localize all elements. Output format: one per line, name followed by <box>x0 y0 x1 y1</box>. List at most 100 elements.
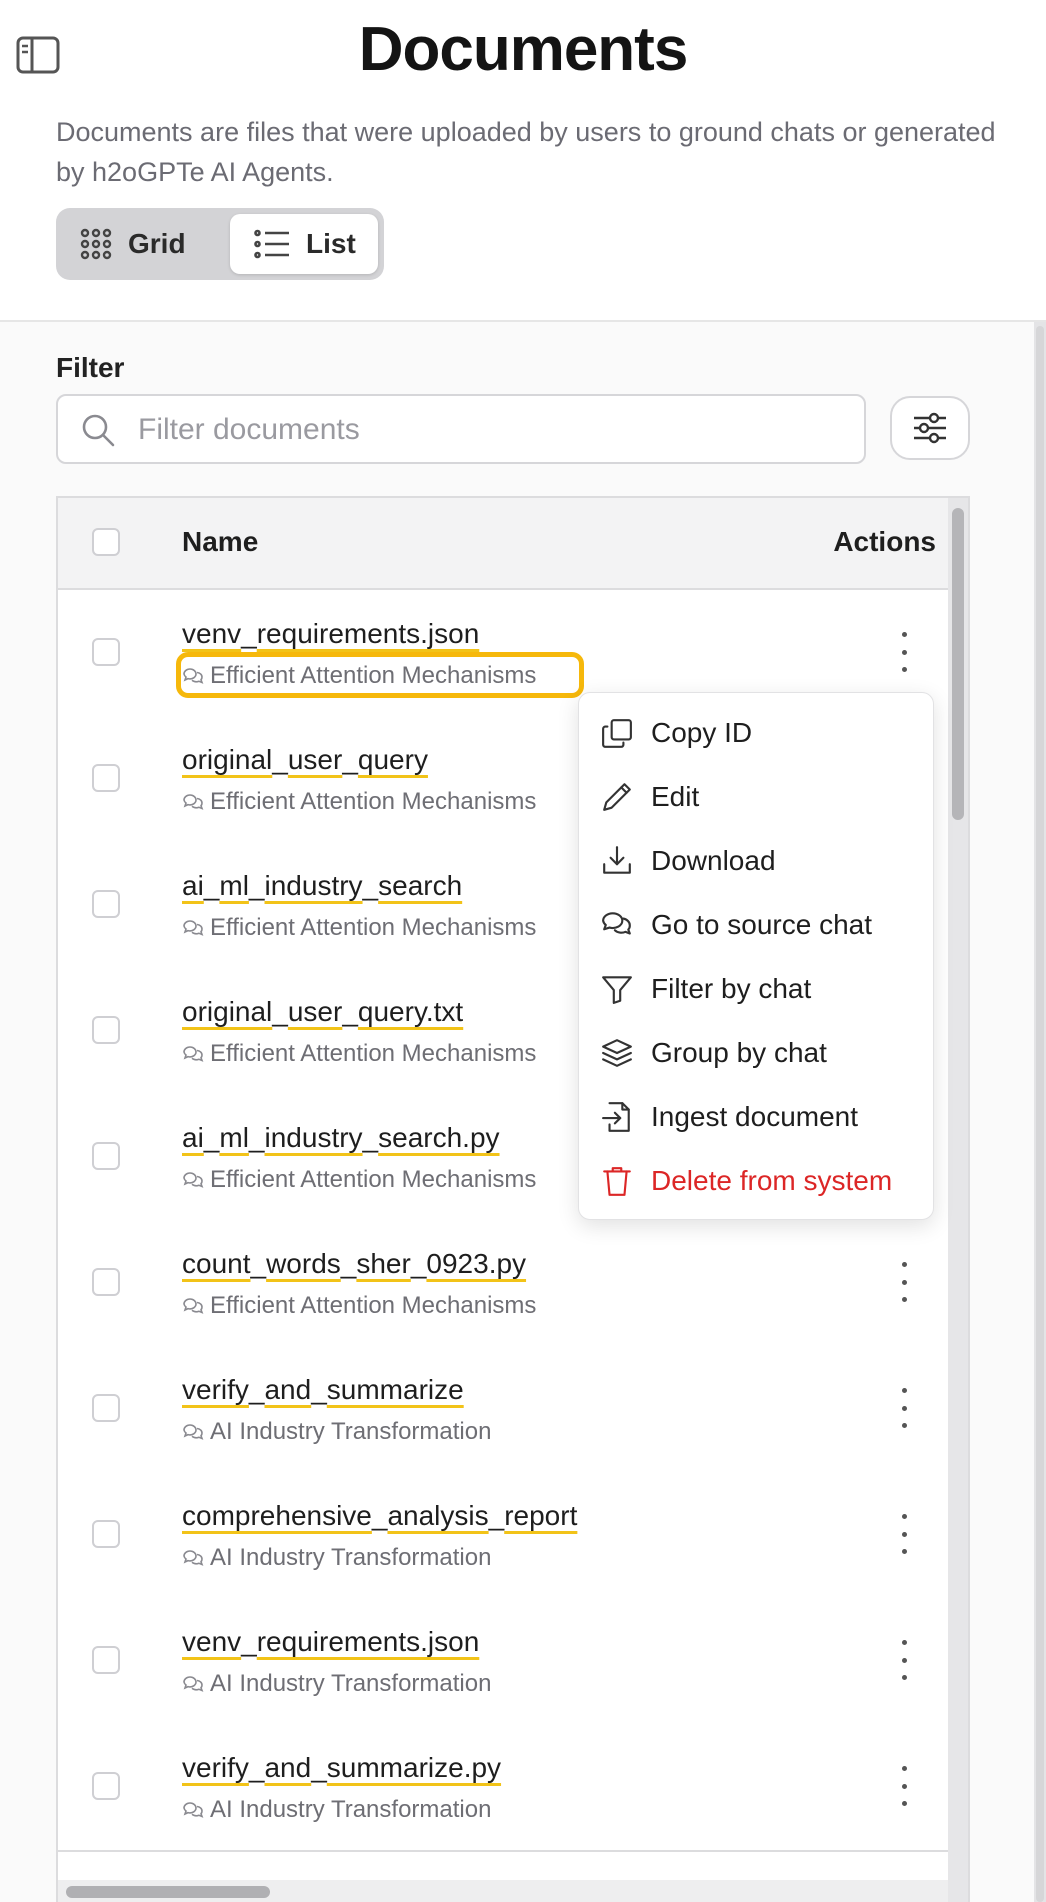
document-name[interactable]: ai_ml_industry_search.py <box>182 1122 500 1154</box>
menu-item-group-by-chat[interactable]: Group by chat <box>579 1023 933 1083</box>
table-header: Name Actions <box>58 498 948 590</box>
chat-bubbles-icon <box>602 912 631 935</box>
menu-item-label: Edit <box>651 781 700 812</box>
view-toggle: Grid List <box>56 208 384 280</box>
menu-item-go-to-source-chat[interactable]: Go to source chat <box>579 895 933 955</box>
download-icon <box>603 846 631 874</box>
chat-bubbles-icon <box>183 1172 204 1188</box>
row-checkbox[interactable] <box>92 1268 120 1296</box>
row-checkbox[interactable] <box>92 1016 120 1044</box>
source-chat: Efficient Attention Mechanisms <box>182 1166 536 1194</box>
menu-item-download[interactable]: Download <box>579 831 933 891</box>
chat-bubbles-icon <box>183 920 204 936</box>
row-checkbox[interactable] <box>92 1520 120 1548</box>
menu-item-label: Copy ID <box>651 717 753 748</box>
chat-bubbles-icon <box>183 1298 204 1314</box>
row-actions-menu: Copy ID Edit Download Go to source chat Filt… <box>578 692 934 1220</box>
list-view-label: List <box>306 228 356 259</box>
row-checkbox[interactable] <box>92 1646 120 1674</box>
table-row[interactable]: count_words_sher_0923.py Efficient Attent… <box>58 1220 948 1348</box>
select-all-checkbox[interactable] <box>92 528 120 556</box>
source-chat-label: AI Industry Transformation <box>210 1418 492 1445</box>
menu-item-label: Filter by chat <box>651 973 812 1004</box>
more-actions-icon[interactable] <box>892 632 916 672</box>
menu-item-edit[interactable]: Edit <box>579 767 933 827</box>
page-scrollbar[interactable] <box>1034 322 1046 1902</box>
pencil-icon <box>603 783 631 811</box>
source-chat-label: Efficient Attention Mechanisms <box>210 1292 537 1319</box>
trash-icon <box>603 1167 631 1196</box>
source-chat-label: Efficient Attention Mechanisms <box>210 1166 537 1193</box>
ingest-icon <box>602 1102 630 1132</box>
document-name[interactable]: ai_ml_industry_search <box>182 870 462 902</box>
more-actions-icon[interactable] <box>892 1766 916 1806</box>
list-view-button[interactable]: List <box>230 214 378 274</box>
row-checkbox[interactable] <box>92 638 120 666</box>
source-chat: AI Industry Transformation <box>182 1544 491 1572</box>
document-name[interactable]: verify_and_summarize <box>182 1374 464 1406</box>
row-checkbox[interactable] <box>92 1772 120 1800</box>
more-actions-icon[interactable] <box>892 1640 916 1680</box>
page-title: Documents <box>358 15 689 84</box>
highlight-box <box>176 652 584 698</box>
menu-item-filter-by-chat[interactable]: Filter by chat <box>579 959 933 1019</box>
source-chat-label: Efficient Attention Mechanisms <box>210 914 537 941</box>
row-checkbox[interactable] <box>92 764 120 792</box>
source-chat: AI Industry Transformation <box>182 1796 491 1824</box>
source-chat: AI Industry Transformation <box>182 1418 491 1446</box>
chat-bubbles-icon <box>183 1676 204 1692</box>
source-chat: AI Industry Transformation <box>182 1670 491 1698</box>
source-chat-label: AI Industry Transformation <box>210 1670 492 1697</box>
more-actions-icon[interactable] <box>892 1262 916 1302</box>
table-row[interactable]: verify_and_summarize AI Industry Transfor… <box>58 1346 948 1474</box>
page-description: Documents are files that were uploaded b… <box>56 117 996 187</box>
source-chat: Efficient Attention Mechanisms <box>182 914 536 942</box>
page-header: Documents Documents are files that were … <box>0 0 1046 322</box>
table-row[interactable]: comprehensive_analysis_report AI Industry… <box>58 1472 948 1600</box>
table-row[interactable]: verify_and_summarize.py AI Industry Trans… <box>58 1724 948 1852</box>
document-name[interactable]: comprehensive_analysis_report <box>182 1500 577 1532</box>
chat-bubbles-icon <box>183 1046 204 1062</box>
table-row[interactable]: venv_requirements.json AI Industry Transf… <box>58 1598 948 1726</box>
grid-icon <box>80 228 112 260</box>
more-actions-icon[interactable] <box>892 1388 916 1428</box>
table-vertical-scrollbar[interactable] <box>948 498 968 1902</box>
menu-item-label: Group by chat <box>651 1037 827 1068</box>
row-checkbox[interactable] <box>92 1394 120 1422</box>
chat-bubbles-icon <box>183 1802 204 1818</box>
column-header-actions: Actions <box>833 526 936 557</box>
document-name[interactable]: verify_and_summarize.py <box>182 1752 501 1784</box>
menu-item-label: Go to source chat <box>651 909 873 940</box>
source-chat: Efficient Attention Mechanisms <box>182 1292 536 1320</box>
filter-input[interactable] <box>136 396 840 464</box>
grid-view-button[interactable]: Grid <box>80 214 250 274</box>
copy-icon <box>602 719 632 748</box>
menu-item-delete-from-system[interactable]: Delete from system <box>579 1151 933 1211</box>
menu-item-label: Download <box>651 845 776 876</box>
sliders-icon <box>914 412 946 444</box>
source-chat-label: Efficient Attention Mechanisms <box>210 1040 537 1067</box>
table-horizontal-scrollbar[interactable] <box>58 1880 948 1902</box>
menu-item-ingest-document[interactable]: Ingest document <box>579 1087 933 1147</box>
row-checkbox[interactable] <box>92 1142 120 1170</box>
document-name[interactable]: original_user_query.txt <box>182 996 463 1028</box>
row-checkbox[interactable] <box>92 890 120 918</box>
menu-item-label: Ingest document <box>651 1101 859 1132</box>
column-header-name[interactable]: Name <box>182 526 258 558</box>
menu-item-label: Delete from system <box>651 1165 893 1196</box>
chat-bubbles-icon <box>183 794 204 810</box>
chat-bubbles-icon <box>183 1550 204 1566</box>
document-name[interactable]: venv_requirements.json <box>182 618 479 650</box>
document-name[interactable]: original_user_query <box>182 744 428 776</box>
more-actions-icon[interactable] <box>892 1514 916 1554</box>
grid-view-label: Grid <box>128 228 186 259</box>
document-name[interactable]: count_words_sher_0923.py <box>182 1248 526 1280</box>
document-name[interactable]: venv_requirements.json <box>182 1626 479 1658</box>
menu-item-copy-id[interactable]: Copy ID <box>579 703 933 763</box>
chat-bubbles-icon <box>183 1424 204 1440</box>
filter-box <box>56 394 866 464</box>
filter-settings-button[interactable] <box>890 396 970 460</box>
source-chat-label: Efficient Attention Mechanisms <box>210 788 537 815</box>
filter-label: Filter <box>56 352 125 383</box>
source-chat-label: AI Industry Transformation <box>210 1796 492 1823</box>
